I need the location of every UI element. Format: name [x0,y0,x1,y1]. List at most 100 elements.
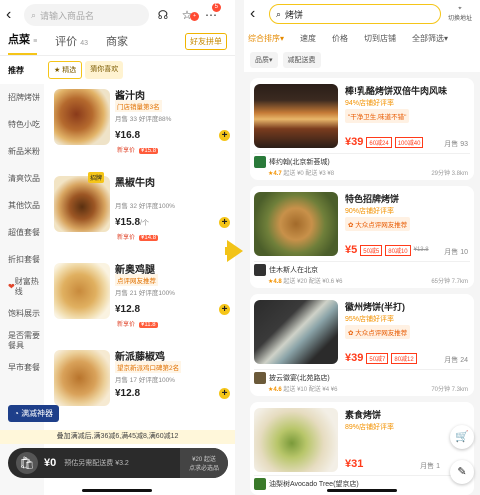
sidebar-item[interactable]: 新品米粉 [0,138,44,165]
shop-logo [254,264,266,276]
search-bar: ‹ ⌕ 烤饼 ⌖ 切换地址 [244,0,480,28]
more-icon[interactable]: ⋯ 5 [201,3,221,22]
sidebar-item[interactable]: 招牌烤饼 [0,84,44,111]
search-icon: ⌕ [276,8,282,19]
tab-merchant[interactable]: 商家 [106,33,128,55]
result-card[interactable]: 素食烤饼 89%店铺好评率 ¥31 月售 1 油梨树Avocado Tree(望… [250,402,474,495]
switch-to-shop[interactable]: 切到店铺 [364,33,396,44]
dish-title: 素食烤饼 [345,410,382,420]
shop-info: ★4.7 起送 ¥0 配送 ¥3 ¥8 [268,171,335,177]
dish-title: 棒!乳酪烤饼双倍牛肉风味 [345,86,447,96]
menu-screen: ‹ ⌕ 请输入商品名 ☊ ☆ + ⋯ 5 点菜 ≡ 评价 43 商家 好友拼单 推荐 … [0,0,235,495]
rating-rate: 95%店铺好评率 [345,316,395,323]
favorite-icon[interactable]: ☆ + [177,8,199,22]
rating-rate: 89%店铺好评率 [345,424,395,431]
cart-bar[interactable]: 🛍 ¥0 预估另需配送费 ¥3.2 ¥20 起送 点求必选品 [8,448,228,478]
search-input[interactable]: ⌕ 烤饼 [269,4,441,24]
chip-reduced-fee[interactable]: 减配送费 [282,52,321,68]
menu-item[interactable]: 新奥鸡腿 点评网友推荐 月售 21 好评度100% ¥12.8 新享价 ¥11.8… [48,257,235,344]
cart-icon[interactable]: 🛍 [16,452,38,474]
menu-item[interactable]: 新派藤椒鸡 望京新派鸡口碑第2名 月售 17 好评度100% ¥12.8 + [48,344,235,431]
shop-name[interactable]: 佳木斯人在北京 [254,264,318,276]
monthly-sales: 月售 10 [444,249,468,256]
shop-info: ★4.6 起送 ¥10 配送 ¥4 ¥6 [268,387,338,393]
sidebar-item[interactable]: 饱料展示 [0,300,44,327]
chip-featured[interactable]: ★ 精选 [48,61,83,79]
switch-address-button[interactable]: ⌖ 切换地址 [446,6,474,22]
sidebar-item[interactable]: 超值套餐 [0,219,44,246]
rating-rate: 90%店铺好评率 [345,208,395,215]
add-button[interactable]: + [219,130,230,141]
item-sales: 月售 17 好评度100% [115,377,175,384]
item-name: 黑椒牛肉 [115,178,155,189]
tab-reviews[interactable]: 评价 43 [55,33,88,55]
home-indicator [82,489,152,492]
edit-float-button[interactable]: ✎ [450,460,474,484]
result-card[interactable]: 徽州烤饼(半打) 95%店铺好评率 ✿ 大众点评网友推荐 ¥39 50减7 80减1… [250,294,474,396]
food-image [54,350,110,406]
add-button[interactable]: + [219,388,230,399]
signature-tag: 招牌 [88,172,105,183]
back-icon[interactable]: ‹ [250,5,264,23]
search-results-screen: ‹ ⌕ 烤饼 ⌖ 切换地址 综合排序▾ 速度 价格 切到店铺 全部筛选▾ 品质▾ 减… [244,0,480,495]
food-image [254,408,338,472]
notification-badge: 5 [211,3,221,12]
divider [254,261,470,262]
item-discount: 新享价 ¥15.8 [117,148,159,154]
divider [254,475,470,476]
delivery-distance: 65分钟 7.7km [431,279,468,285]
cart-total: ¥0 [44,457,57,469]
divider [254,153,470,154]
item-sales: 月售 21 好评度100% [115,290,175,297]
item-discount: 新享价 ¥11.8 [117,322,158,328]
all-filters[interactable]: 全部筛选▾ [412,33,448,44]
add-button[interactable]: + [219,304,230,315]
headset-icon[interactable]: ☊ [153,8,173,22]
food-image [54,263,110,319]
home-indicator [327,489,397,492]
food-image [254,300,338,364]
food-image [54,89,110,145]
sidebar-item[interactable]: 早市套餐 [0,354,44,381]
shop-info: ★4.8 起送 ¥20 配送 ¥0.6 ¥6 [268,279,343,285]
sidebar-item[interactable]: 推荐 [0,57,44,84]
item-rank: 点评网友推荐 [115,274,158,286]
dish-title: 徽州烤饼(半打) [345,302,405,312]
sidebar-item[interactable]: 清爽饮品 [0,165,44,192]
menu-item[interactable]: 酱汁肉 门店销量第3名 月售 33 好评度88% ¥16.8 新享价 ¥15.8 … [48,83,235,170]
discount-helper-button[interactable]: ◔ 满减神器 [8,405,60,422]
dish-price: ¥31 [345,458,364,470]
group-order-button[interactable]: 好友拼单 [185,33,227,50]
sort-bar: 综合排序▾ 速度 价格 切到店铺 全部筛选▾ [244,28,480,48]
search-input[interactable]: ⌕ 请输入商品名 [24,4,149,26]
rating-rate: 94%店铺好评率 [345,100,395,107]
tab-order[interactable]: 点菜 ≡ [8,31,38,55]
cart-float-button[interactable]: 🛒 [450,425,474,449]
shop-logo [254,478,266,490]
review-tag: "干净卫生,味道不错" [345,109,410,123]
dish-price: ¥5 50减5 80减10 ¥13.8 [345,244,429,256]
item-discount: 新享价 ¥14.8 [117,235,159,241]
item-sales: 月售 33 好评度88% [115,116,172,123]
sidebar-item[interactable]: ❤ 财富热线 [0,273,44,300]
checkout-button[interactable]: ¥20 起送 点求必选品 [180,448,228,478]
sidebar-item[interactable]: 特色小吃 [0,111,44,138]
result-card[interactable]: 棒!乳酪烤饼双倍牛肉风味 94%店铺好评率 "干净卫生,味道不错" ¥39 60减… [250,78,474,180]
shop-name[interactable]: 棒约翰(北京新荟城) [254,156,330,168]
sidebar-item[interactable]: 其他饮品 [0,192,44,219]
back-icon[interactable]: ‹ [6,6,20,24]
food-image [54,176,110,232]
sort-default[interactable]: 综合排序▾ [248,33,284,44]
item-price: ¥12.8 [115,388,141,399]
chip-quality[interactable]: 品质▾ [250,52,278,68]
sidebar-item[interactable]: 是否需要餐具 [0,327,44,354]
sort-speed[interactable]: 速度 [300,33,316,44]
sort-price[interactable]: 价格 [332,33,348,44]
add-button[interactable]: + [219,217,230,228]
shop-name[interactable]: 披云徽宴(北苑路店) [254,372,330,384]
chip-guess[interactable]: 猜你喜欢 [85,61,124,79]
sidebar-item[interactable]: 折扣套餐 [0,246,44,273]
result-card[interactable]: 特色招牌烤饼 90%店铺好评率 ✿ 大众点评网友推荐 ¥5 50减5 80减10 ¥1… [250,186,474,288]
menu-item[interactable]: 招牌 黑椒牛肉 月售 32 好评度100% ¥15.8/个 新享价 ¥14.8 + [48,170,235,257]
tab-bar: 点菜 ≡ 评价 43 商家 好友拼单 [0,30,235,56]
